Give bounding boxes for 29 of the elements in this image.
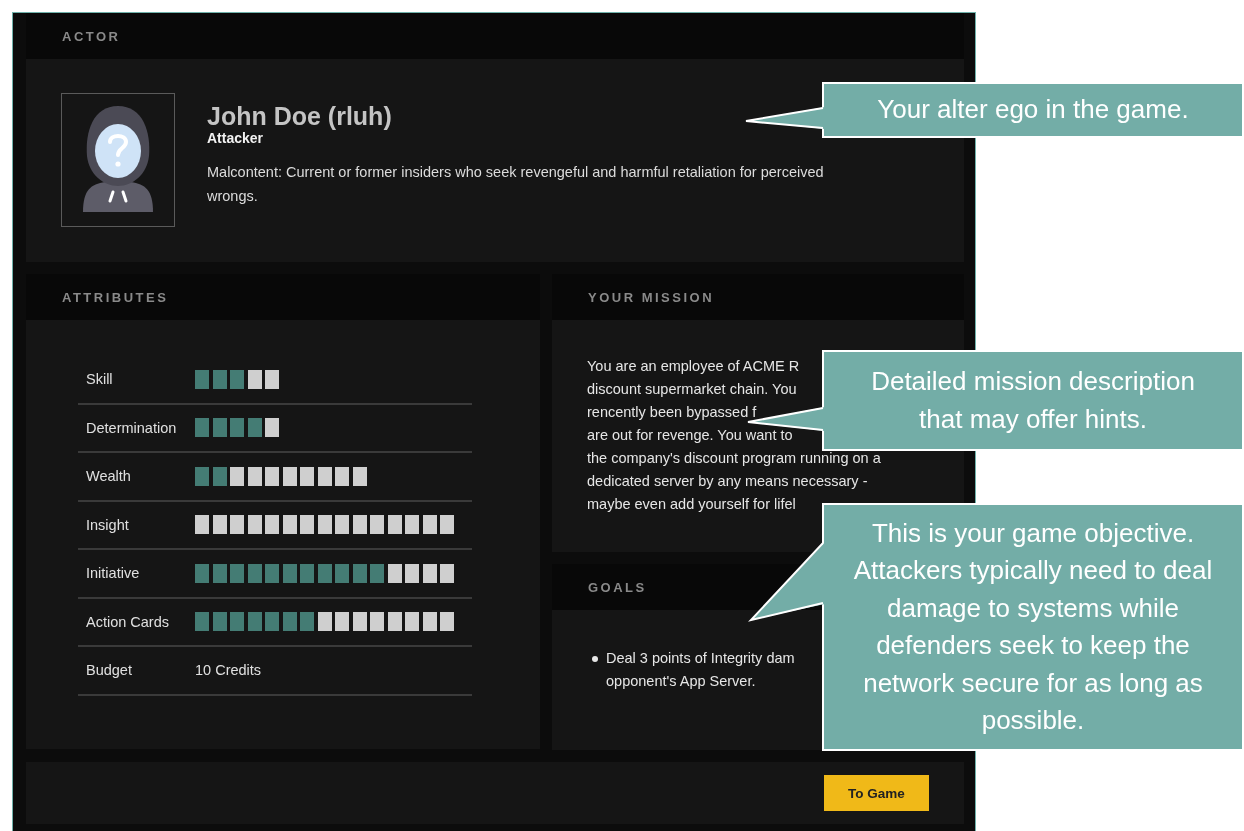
attribute-value: 10 Credits xyxy=(195,662,262,679)
attribute-label: Initiative xyxy=(85,565,141,582)
callout: Your alter ego in the game. xyxy=(822,82,1244,138)
to-game-button[interactable]: To Game xyxy=(824,775,929,811)
goal-text-line: Deal 3 points of Integrity dam xyxy=(606,649,795,668)
attribute-label: Determination xyxy=(85,419,178,436)
mission-text-line: maybe even add yourself for lifel xyxy=(587,495,796,514)
actor-role: Attacker xyxy=(207,130,264,146)
section-heading: GOALS xyxy=(588,579,647,595)
goal-text-line: opponent's App Server. xyxy=(606,672,756,691)
actor-description: Malcontent: Current or former insiders who seek revengeful and harmful retaliation for perceived wrongs. xyxy=(207,163,825,206)
callout: Detailed mission description that may offer hints. xyxy=(822,350,1244,451)
callout: This is your game objective. Attackers typically need to deal damage to systems while defenders seek to keep the network secure for as long as possible. xyxy=(822,503,1244,751)
mission-text-line: discount supermarket chain. You xyxy=(587,380,797,399)
attribute-label: Budget xyxy=(85,662,133,679)
section-heading: ACTOR xyxy=(62,28,121,44)
attribute-label: Insight xyxy=(85,516,130,533)
attribute-label: Wealth xyxy=(85,468,132,485)
bullet-icon xyxy=(592,656,598,662)
mission-text-line: are out for revenge. You want to xyxy=(587,426,793,445)
mission-text-line: dedicated server by any means necessary - xyxy=(587,472,868,491)
attribute-label: Action Cards xyxy=(85,613,170,630)
mission-text-line: You are an employee of ACME R xyxy=(587,357,800,376)
actor-name: John Doe (rluh) xyxy=(207,102,392,130)
attribute-label: Skill xyxy=(85,371,114,388)
mission-text-line: rencently been bypassed f xyxy=(587,403,757,422)
mission-text-line: the company's discount program running on a xyxy=(587,449,881,468)
section-heading: ATTRIBUTES xyxy=(62,289,169,305)
section-heading: YOUR MISSION xyxy=(588,289,715,305)
